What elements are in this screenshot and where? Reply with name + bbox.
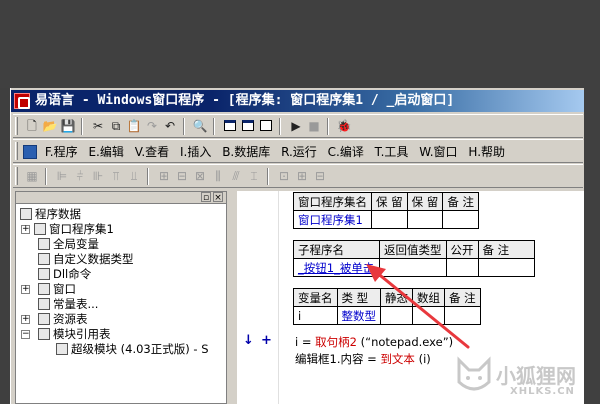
watermark-url: XHLKS.CN [510,386,575,397]
watermark-fox-icon [457,356,491,391]
watermark-text: 小狐狸网 [496,364,576,388]
annotation-arrow [366,264,470,349]
